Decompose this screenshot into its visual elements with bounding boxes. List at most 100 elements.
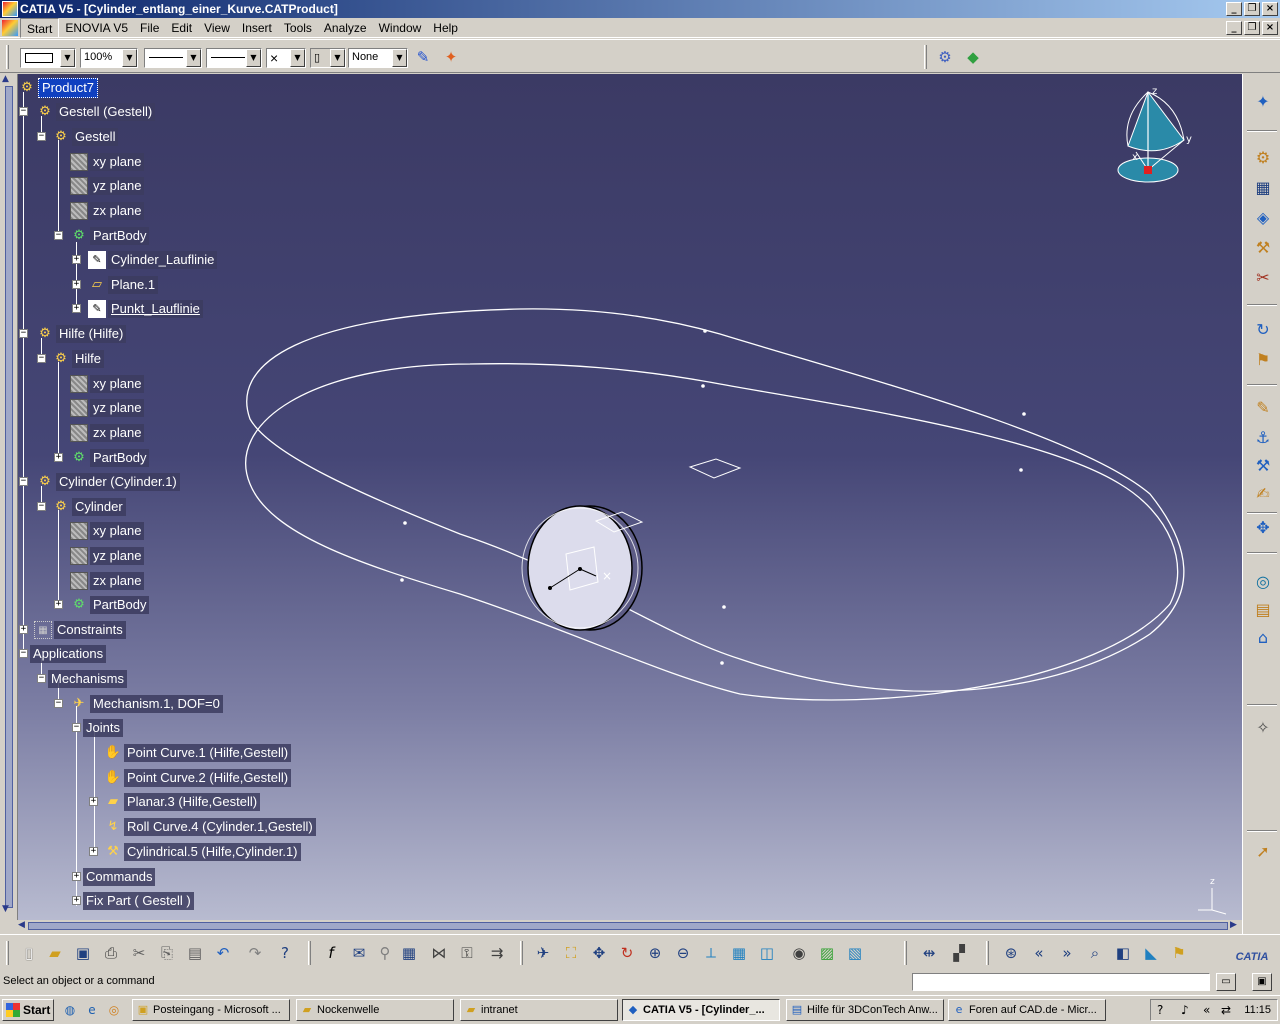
save-icon[interactable]: ▣	[72, 942, 94, 964]
network-icon[interactable]: ⇄	[1221, 1003, 1231, 1017]
tree-node-joint1[interactable]: ✋ Point Curve.1 (Hilfe,Gestell)	[104, 743, 292, 763]
expand-toggle[interactable]: +	[19, 625, 28, 634]
properties-brush-icon[interactable]: ✦	[440, 46, 462, 68]
zoom-in-icon[interactable]: ⊕	[644, 942, 666, 964]
layer-filter-combo[interactable]: ▯ ▼	[310, 48, 346, 68]
status-button-2[interactable]: ▣	[1252, 973, 1272, 991]
doc-close-button[interactable]: ×	[1262, 21, 1278, 35]
scroll-right-icon[interactable]: ▶	[1230, 920, 1237, 930]
tree-label[interactable]: Joints	[83, 719, 123, 737]
toolbar-grip[interactable]	[308, 941, 311, 965]
toolbar-grip[interactable]	[6, 941, 9, 965]
catalog-icon[interactable]: ▤	[1251, 598, 1275, 622]
tree-label[interactable]: Product7	[38, 78, 99, 98]
menu-insert[interactable]: Insert	[236, 18, 278, 38]
ie-icon[interactable]: e	[84, 1002, 100, 1018]
tree-node-joint4[interactable]: ↯ Roll Curve.4 (Cylinder.1,Gestell)	[104, 817, 316, 837]
copy-icon[interactable]: ⎘	[156, 942, 178, 964]
trace-icon[interactable]: ✍	[1251, 482, 1275, 506]
catalog-browser-icon[interactable]: ⚑	[1168, 942, 1190, 964]
collapse-toggle[interactable]: −	[72, 723, 81, 732]
task-outlook[interactable]: ▣ Posteingang - Microsoft ...	[132, 999, 290, 1021]
tree-label[interactable]: Punkt_Lauflinie	[108, 300, 203, 318]
rotate-icon[interactable]: ↻	[616, 942, 638, 964]
tree-label[interactable]: Gestell	[72, 128, 119, 146]
minimize-button[interactable]: _	[1226, 2, 1242, 16]
chevron-down-icon[interactable]: ▼	[392, 49, 407, 67]
tree-node-xy-plane[interactable]: xy plane	[70, 521, 145, 541]
tree-node-applications[interactable]: Applications	[30, 644, 107, 664]
expand-toggle[interactable]: +	[89, 847, 98, 856]
expand-toggle[interactable]: +	[72, 896, 81, 905]
chevron-down-icon[interactable]: ▼	[330, 49, 345, 67]
collapse-toggle[interactable]: −	[19, 329, 28, 338]
toolbar-grip[interactable]	[986, 941, 989, 965]
tree-label[interactable]: Mechanism.1, DOF=0	[90, 695, 223, 713]
tree-label[interactable]: Cylinder	[72, 498, 126, 516]
quicklaunch-icon[interactable]: ◍	[62, 1002, 78, 1018]
tree-label[interactable]: Cylindrical.5 (Hilfe,Cylinder.1)	[124, 843, 301, 861]
whats-this-icon[interactable]: ?	[274, 942, 296, 964]
comment-icon[interactable]: ✉	[348, 942, 370, 964]
collapse-toggle[interactable]: −	[37, 502, 46, 511]
collapse-toggle[interactable]: −	[19, 477, 28, 486]
formula-icon[interactable]: f	[320, 942, 342, 964]
toolbar-grip[interactable]	[924, 45, 927, 69]
speed-acceleration-icon[interactable]: ✎	[1251, 396, 1275, 420]
tree-node-zx-plane[interactable]: zx plane	[70, 201, 145, 221]
tree-label[interactable]: Point Curve.2 (Hilfe,Gestell)	[124, 769, 292, 787]
redo-icon[interactable]: ↷	[244, 942, 266, 964]
tree-node-hilfe-instance[interactable]: ⚙ Hilfe (Hilfe)	[36, 324, 127, 344]
tree-label[interactable]: Point Curve.1 (Hilfe,Gestell)	[124, 744, 292, 762]
chevron-down-icon[interactable]: ▼	[290, 49, 305, 67]
collapse-toggle[interactable]: −	[19, 107, 28, 116]
expand-toggle[interactable]: +	[72, 304, 81, 313]
compass-icon[interactable]: ⊛	[1000, 942, 1022, 964]
expand-toggle[interactable]: +	[54, 453, 63, 462]
measure-item-icon[interactable]: ▞	[948, 942, 970, 964]
line-thickness-combo[interactable]: ▼	[144, 48, 202, 68]
collapse-toggle[interactable]: −	[54, 699, 63, 708]
tree-node-zx-plane[interactable]: zx plane	[70, 571, 145, 591]
tree-label[interactable]: Constraints	[54, 621, 126, 639]
restore-button[interactable]: ❐	[1244, 2, 1260, 16]
tree-label[interactable]: Mechanisms	[48, 670, 127, 688]
power-input-field[interactable]	[912, 973, 1210, 991]
swept-volume-icon[interactable]: ⚒	[1251, 454, 1275, 478]
tree-node-fixpart[interactable]: Fix Part ( Gestell )	[83, 891, 194, 911]
tree-label[interactable]: Fix Part ( Gestell )	[83, 892, 194, 910]
spiral-icon[interactable]: ◎	[1251, 570, 1275, 594]
help-icon[interactable]: ?	[1157, 1003, 1163, 1017]
fly-mode-icon[interactable]: ✈	[532, 942, 554, 964]
task-foren[interactable]: e Foren auf CAD.de - Micr...	[948, 999, 1106, 1021]
expand-toggle[interactable]: +	[54, 600, 63, 609]
filter-icon[interactable]: ◧	[1112, 942, 1134, 964]
joint-creation-icon[interactable]: ⚙	[1251, 146, 1275, 170]
tree-label[interactable]: zx plane	[90, 202, 145, 220]
select-arrow-icon[interactable]: ➚	[1251, 840, 1275, 864]
chevron-down-icon[interactable]: ▼	[60, 49, 75, 67]
expand-toggle[interactable]: +	[89, 797, 98, 806]
tree-label[interactable]: Plane.1	[108, 276, 159, 294]
shading-icon[interactable]: ◉	[788, 942, 810, 964]
scroll-thumb[interactable]	[28, 922, 1228, 930]
isometric-view-icon[interactable]: ◫	[756, 942, 778, 964]
tree-label[interactable]: yz plane	[90, 547, 145, 565]
doc-restore-button[interactable]: ❐	[1244, 21, 1260, 35]
simulation-icon[interactable]: ▦	[1251, 176, 1275, 200]
tree-node-xy-plane[interactable]: xy plane	[70, 374, 145, 394]
tree-label[interactable]: xy plane	[90, 153, 145, 171]
fixed-part-icon[interactable]: ⚒	[1251, 236, 1275, 260]
swap-visible-space-icon[interactable]: ▧	[844, 942, 866, 964]
tree-label[interactable]: Roll Curve.4 (Cylinder.1,Gestell)	[124, 818, 316, 836]
tree-node-yz-plane[interactable]: yz plane	[70, 546, 145, 566]
collapse-toggle[interactable]: −	[37, 354, 46, 363]
tree-node-cylinder-instance[interactable]: ⚙ Cylinder (Cylinder.1)	[36, 472, 180, 492]
quicklaunch-icon[interactable]: ◎	[106, 1002, 122, 1018]
tree-label[interactable]: PartBody	[90, 227, 150, 245]
collapse-toggle[interactable]: −	[37, 674, 46, 683]
tree-label[interactable]: Cylinder (Cylinder.1)	[56, 473, 180, 491]
tray-expand-icon[interactable]: «	[1203, 1003, 1210, 1017]
tree-node-partbody[interactable]: ⚙ PartBody	[70, 595, 150, 615]
tree-node-zx-plane[interactable]: zx plane	[70, 423, 145, 443]
